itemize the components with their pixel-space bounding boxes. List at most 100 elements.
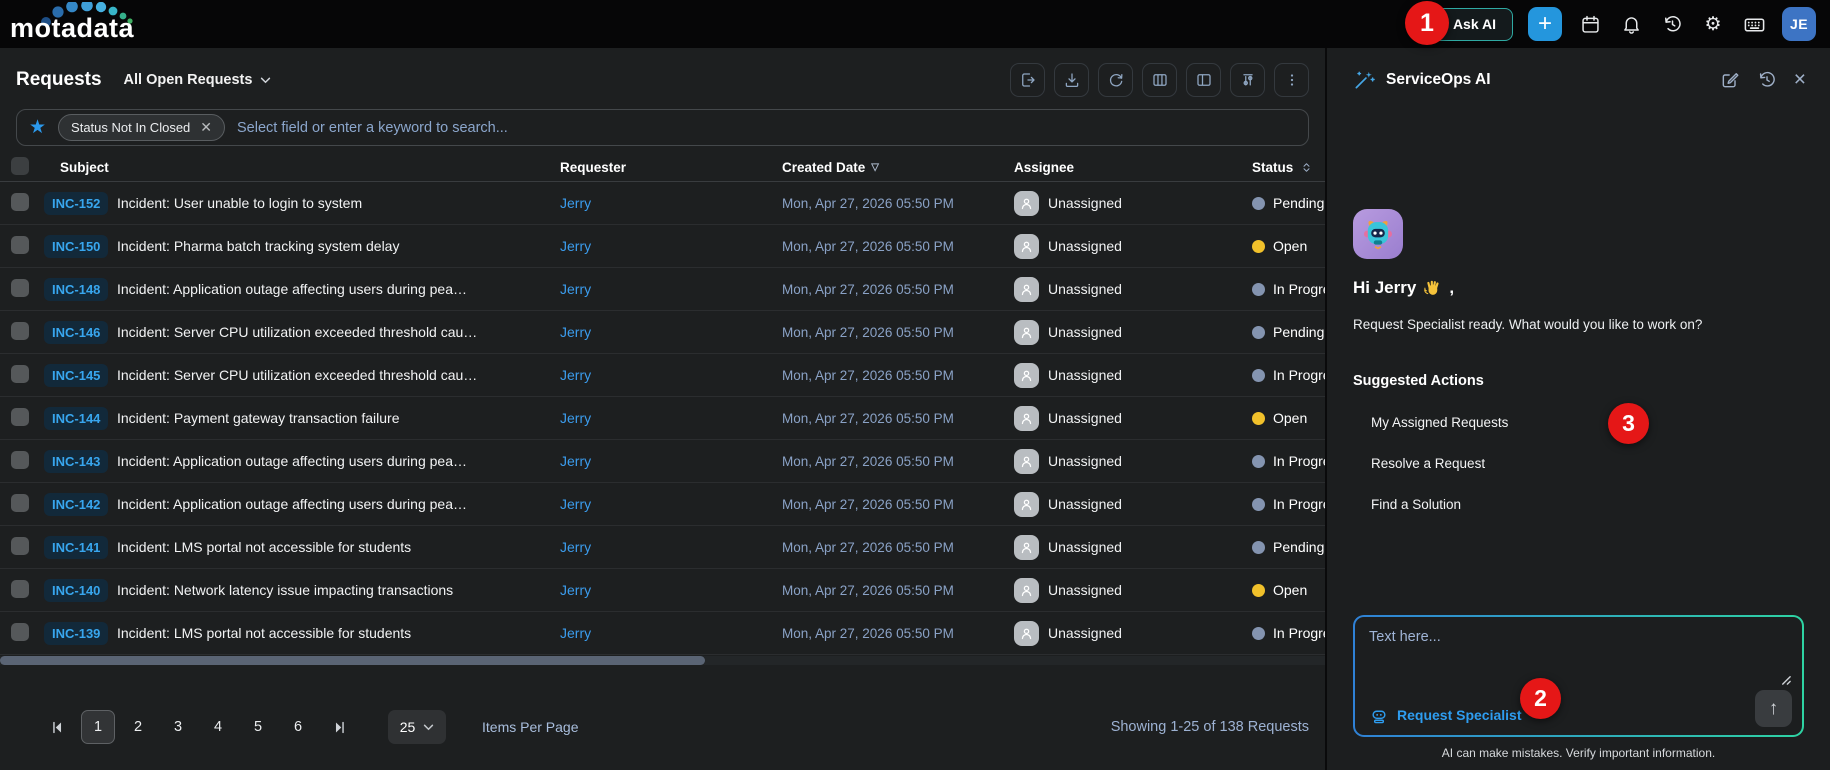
more-options-button[interactable]: [1274, 63, 1309, 97]
requester-link[interactable]: Jerry: [560, 539, 591, 555]
request-subject[interactable]: Incident: Application outage affecting u…: [117, 496, 560, 512]
request-id-badge[interactable]: INC-146: [44, 321, 108, 344]
refresh-button[interactable]: [1098, 63, 1133, 97]
page-button-6[interactable]: 6: [281, 710, 315, 744]
request-subject[interactable]: Incident: LMS portal not accessible for …: [117, 539, 560, 555]
requester-link[interactable]: Jerry: [560, 410, 591, 426]
split-view-button[interactable]: [1186, 63, 1221, 97]
request-id-badge[interactable]: INC-142: [44, 493, 108, 516]
requester-link[interactable]: Jerry: [560, 582, 591, 598]
assignee-cell[interactable]: Unassigned: [1014, 191, 1252, 216]
columns-button[interactable]: [1142, 63, 1177, 97]
assignee-cell[interactable]: Unassigned: [1014, 277, 1252, 302]
row-checkbox[interactable]: [11, 451, 29, 469]
last-page-button[interactable]: [324, 719, 354, 736]
calendar-button[interactable]: [1577, 11, 1603, 37]
create-new-button[interactable]: +: [1528, 7, 1562, 41]
page-button-3[interactable]: 3: [161, 710, 195, 744]
assignee-cell[interactable]: Unassigned: [1014, 492, 1252, 517]
row-checkbox[interactable]: [11, 623, 29, 641]
request-subject[interactable]: Incident: Payment gateway transaction fa…: [117, 410, 560, 426]
chat-history-button[interactable]: [1757, 70, 1777, 90]
request-subject[interactable]: Incident: Application outage affecting u…: [117, 453, 560, 469]
request-id-badge[interactable]: INC-139: [44, 622, 108, 645]
scrollbar-thumb[interactable]: [0, 656, 705, 665]
column-header-requester[interactable]: Requester: [560, 160, 782, 175]
view-selector-dropdown[interactable]: All Open Requests: [124, 72, 272, 88]
requester-link[interactable]: Jerry: [560, 195, 591, 211]
row-checkbox[interactable]: [11, 236, 29, 254]
page-button-1[interactable]: 1: [81, 710, 115, 744]
assignee-cell[interactable]: Unassigned: [1014, 535, 1252, 560]
request-subject[interactable]: Incident: Server CPU utilization exceede…: [117, 367, 560, 383]
row-checkbox[interactable]: [11, 322, 29, 340]
column-header-subject[interactable]: Subject: [44, 160, 560, 175]
request-subject[interactable]: Incident: Network latency issue impactin…: [117, 582, 560, 598]
assignee-cell[interactable]: Unassigned: [1014, 578, 1252, 603]
requester-link[interactable]: Jerry: [560, 453, 591, 469]
chip-close-icon[interactable]: ✕: [200, 119, 212, 136]
row-checkbox[interactable]: [11, 193, 29, 211]
row-checkbox[interactable]: [11, 408, 29, 426]
row-checkbox[interactable]: [11, 279, 29, 297]
close-panel-icon[interactable]: ×: [1794, 69, 1806, 90]
first-page-button[interactable]: [42, 719, 72, 736]
table-row[interactable]: INC-150 Incident: Pharma batch tracking …: [0, 225, 1325, 268]
assignee-cell[interactable]: Unassigned: [1014, 320, 1252, 345]
table-row[interactable]: INC-139 Incident: LMS portal not accessi…: [0, 612, 1325, 655]
suggested-action-item[interactable]: Find a Solution: [1371, 497, 1461, 512]
customize-columns-button[interactable]: [1230, 63, 1265, 97]
request-subject[interactable]: Incident: Server CPU utilization exceede…: [117, 324, 560, 340]
keyboard-shortcuts-button[interactable]: [1741, 11, 1767, 37]
table-row[interactable]: INC-141 Incident: LMS portal not accessi…: [0, 526, 1325, 569]
table-row[interactable]: INC-146 Incident: Server CPU utilization…: [0, 311, 1325, 354]
row-checkbox[interactable]: [11, 365, 29, 383]
table-row[interactable]: INC-145 Incident: Server CPU utilization…: [0, 354, 1325, 397]
request-subject[interactable]: Incident: Application outage affecting u…: [117, 281, 560, 297]
request-id-badge[interactable]: INC-144: [44, 407, 108, 430]
table-row[interactable]: INC-140 Incident: Network latency issue …: [0, 569, 1325, 612]
requester-link[interactable]: Jerry: [560, 367, 591, 383]
suggested-action-item[interactable]: My Assigned Requests: [1371, 415, 1508, 430]
request-subject[interactable]: Incident: Pharma batch tracking system d…: [117, 238, 560, 254]
request-id-badge[interactable]: INC-145: [44, 364, 108, 387]
ai-chat-input[interactable]: [1369, 629, 1662, 669]
motadata-logo[interactable]: motadata: [10, 2, 160, 46]
page-size-dropdown[interactable]: 25: [388, 710, 446, 744]
assignee-cell[interactable]: Unassigned: [1014, 363, 1252, 388]
column-header-created-date[interactable]: Created Date▽: [782, 160, 1014, 175]
horizontal-scrollbar[interactable]: [0, 656, 1325, 665]
table-row[interactable]: INC-152 Incident: User unable to login t…: [0, 182, 1325, 225]
column-header-status[interactable]: Status: [1252, 160, 1325, 175]
column-header-assignee[interactable]: Assignee: [1014, 160, 1252, 175]
sort-descending-icon[interactable]: ▽: [871, 162, 879, 173]
request-id-badge[interactable]: INC-150: [44, 235, 108, 258]
send-button[interactable]: ↑: [1755, 690, 1792, 727]
resize-handle-icon[interactable]: [1779, 673, 1792, 686]
agent-selector[interactable]: Request Specialist: [1369, 705, 1522, 725]
sort-both-icon[interactable]: [1299, 160, 1314, 175]
request-id-badge[interactable]: INC-152: [44, 192, 108, 215]
user-avatar[interactable]: JE: [1782, 7, 1816, 41]
request-subject[interactable]: Incident: LMS portal not accessible for …: [117, 625, 560, 641]
table-row[interactable]: INC-144 Incident: Payment gateway transa…: [0, 397, 1325, 440]
request-id-badge[interactable]: INC-141: [44, 536, 108, 559]
row-checkbox[interactable]: [11, 580, 29, 598]
request-id-badge[interactable]: INC-140: [44, 579, 108, 602]
suggested-action-item[interactable]: Resolve a Request: [1371, 456, 1485, 471]
notifications-button[interactable]: [1618, 11, 1644, 37]
export-button[interactable]: [1010, 63, 1045, 97]
table-row[interactable]: INC-143 Incident: Application outage aff…: [0, 440, 1325, 483]
request-id-badge[interactable]: INC-148: [44, 278, 108, 301]
page-button-4[interactable]: 4: [201, 710, 235, 744]
assignee-cell[interactable]: Unassigned: [1014, 449, 1252, 474]
table-row[interactable]: INC-148 Incident: Application outage aff…: [0, 268, 1325, 311]
requester-link[interactable]: Jerry: [560, 281, 591, 297]
filter-chip[interactable]: Status Not In Closed ✕: [58, 114, 225, 141]
download-button[interactable]: [1054, 63, 1089, 97]
new-chat-button[interactable]: [1720, 70, 1740, 90]
favorite-star-icon[interactable]: ★: [29, 118, 46, 137]
assignee-cell[interactable]: Unassigned: [1014, 234, 1252, 259]
page-button-5[interactable]: 5: [241, 710, 275, 744]
history-button[interactable]: [1659, 11, 1685, 37]
